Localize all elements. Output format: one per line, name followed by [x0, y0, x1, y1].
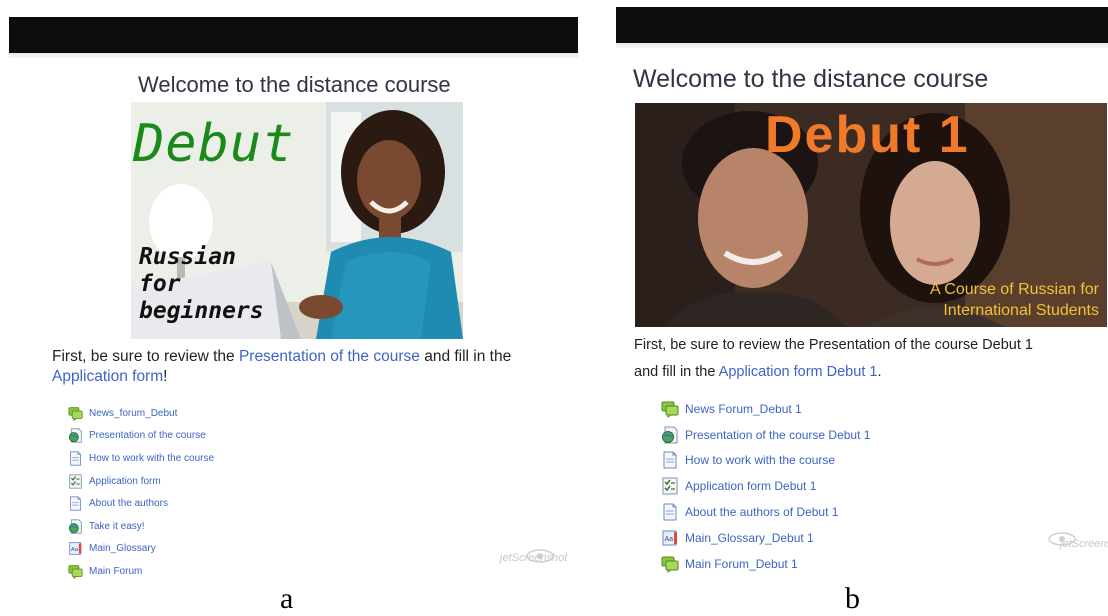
- intro-line-2: and fill in the Application form Debut 1…: [634, 359, 1104, 386]
- activity-label[interactable]: Main Forum: [89, 566, 142, 577]
- top-navbar: [9, 17, 578, 53]
- activity-presentation[interactable]: Presentation of the course Debut 1: [661, 422, 870, 448]
- feedback-form-icon: [661, 477, 679, 495]
- course-banner-image: Debut 1 A Course of Russian for Internat…: [635, 103, 1107, 327]
- banner-subtitle-line: International Students: [943, 302, 1099, 319]
- banner-subtitle-line: beginners: [139, 298, 264, 324]
- activity-label[interactable]: About the authors: [89, 498, 168, 509]
- activity-application-form[interactable]: Application form Debut 1: [661, 473, 870, 499]
- activity-label[interactable]: Presentation of the course Debut 1: [685, 428, 870, 442]
- course-banner-image: Debut Russian for beginners: [131, 102, 463, 339]
- welcome-heading: Welcome to the distance course: [633, 65, 989, 93]
- banner-subtitle-line: Russian: [139, 244, 236, 270]
- intro-line-1: First, be sure to review the Presentatio…: [634, 337, 1033, 353]
- activity-list: News_forum_Debut Presentation of the cou…: [68, 402, 214, 583]
- forum-icon: [68, 406, 83, 421]
- activity-how-to-work[interactable]: How to work with the course: [68, 447, 214, 470]
- activity-label[interactable]: How to work with the course: [685, 453, 835, 467]
- glossary-icon: Aa: [68, 541, 83, 556]
- activity-about-authors[interactable]: About the authors of Debut 1: [661, 499, 870, 525]
- intro-text-part: .: [877, 364, 882, 380]
- glossary-icon: Aa: [661, 529, 679, 547]
- page-icon: [661, 503, 679, 521]
- activity-label[interactable]: Main Forum_Debut 1: [685, 557, 798, 571]
- activity-main-forum[interactable]: Main Forum_Debut 1: [661, 551, 870, 577]
- forum-icon: [661, 555, 679, 573]
- activity-main-forum[interactable]: Main Forum: [68, 560, 214, 583]
- activity-presentation[interactable]: Presentation of the course: [68, 425, 214, 448]
- activity-take-it-easy[interactable]: Take it easy!: [68, 515, 214, 538]
- page-icon: [661, 451, 679, 469]
- navbar-stripe: [616, 43, 1108, 48]
- activity-label[interactable]: Main_Glossary_Debut 1: [685, 531, 814, 545]
- intro-text: First, be sure to review the Presentatio…: [634, 332, 1104, 386]
- activity-glossary[interactable]: Aa Main_Glossary: [68, 538, 214, 561]
- forum-icon: [68, 564, 83, 579]
- globe-page-icon: [68, 428, 83, 443]
- intro-text-part: !: [163, 368, 168, 385]
- watermark-text: jetScreenshot: [500, 552, 568, 564]
- watermark-text: jetScreenshot: [1060, 538, 1108, 550]
- activity-list: News Forum_Debut 1 Presentation of the c…: [661, 396, 870, 577]
- banner-title: Debut 1: [765, 106, 970, 164]
- globe-page-icon: [68, 519, 83, 534]
- svg-text:Aa: Aa: [71, 547, 79, 553]
- presentation-link[interactable]: Presentation of the course: [239, 348, 420, 365]
- activity-label[interactable]: How to work with the course: [89, 453, 214, 464]
- intro-text: First, be sure to review the Presentatio…: [52, 347, 552, 387]
- panel-caption-a: a: [280, 582, 294, 615]
- screenshot-panel-a: Welcome to the distance course Debut Rus…: [0, 0, 590, 580]
- top-navbar: [616, 7, 1108, 43]
- panel-caption-b: b: [845, 582, 860, 615]
- banner-subtitle-line: for: [139, 271, 181, 297]
- banner-subtitle: A Course of Russian for International St…: [930, 279, 1099, 321]
- activity-label[interactable]: Take it easy!: [89, 521, 145, 532]
- activity-label[interactable]: Presentation of the course: [89, 430, 206, 441]
- activity-label[interactable]: Application form: [89, 476, 161, 487]
- svg-text:Aa: Aa: [665, 536, 674, 543]
- activity-label[interactable]: News Forum_Debut 1: [685, 402, 802, 416]
- activity-how-to-work[interactable]: How to work with the course: [661, 448, 870, 474]
- page-icon: [68, 451, 83, 466]
- screenshot-panel-b: Welcome to the distance course Debut 1 A…: [612, 0, 1108, 580]
- activity-news-forum[interactable]: News Forum_Debut 1: [661, 396, 870, 422]
- banner-subtitle-line: A Course of Russian for: [930, 281, 1099, 298]
- activity-label[interactable]: Application form Debut 1: [685, 479, 816, 493]
- activity-about-authors[interactable]: About the authors: [68, 492, 214, 515]
- forum-icon: [661, 400, 679, 418]
- activity-application-form[interactable]: Application form: [68, 470, 214, 493]
- intro-text-part: and fill in the: [634, 364, 719, 380]
- intro-text-part: First, be sure to review the: [52, 348, 239, 365]
- activity-label[interactable]: News_forum_Debut: [89, 408, 177, 419]
- banner-title: Debut: [133, 114, 295, 174]
- intro-text-part: and fill in the: [419, 348, 512, 365]
- globe-page-icon: [661, 426, 679, 444]
- application-form-link[interactable]: Application form Debut 1: [719, 364, 878, 380]
- navbar-stripe: [9, 53, 578, 58]
- banner-subtitle: Russian for beginners: [139, 244, 264, 325]
- activity-label[interactable]: About the authors of Debut 1: [685, 505, 838, 519]
- activity-label[interactable]: Main_Glossary: [89, 543, 156, 554]
- feedback-form-icon: [68, 473, 83, 489]
- welcome-heading: Welcome to the distance course: [138, 72, 451, 97]
- page-icon: [68, 496, 83, 511]
- activity-news-forum[interactable]: News_forum_Debut: [68, 402, 214, 425]
- application-form-link[interactable]: Application form: [52, 368, 163, 385]
- activity-glossary[interactable]: Aa Main_Glossary_Debut 1: [661, 525, 870, 551]
